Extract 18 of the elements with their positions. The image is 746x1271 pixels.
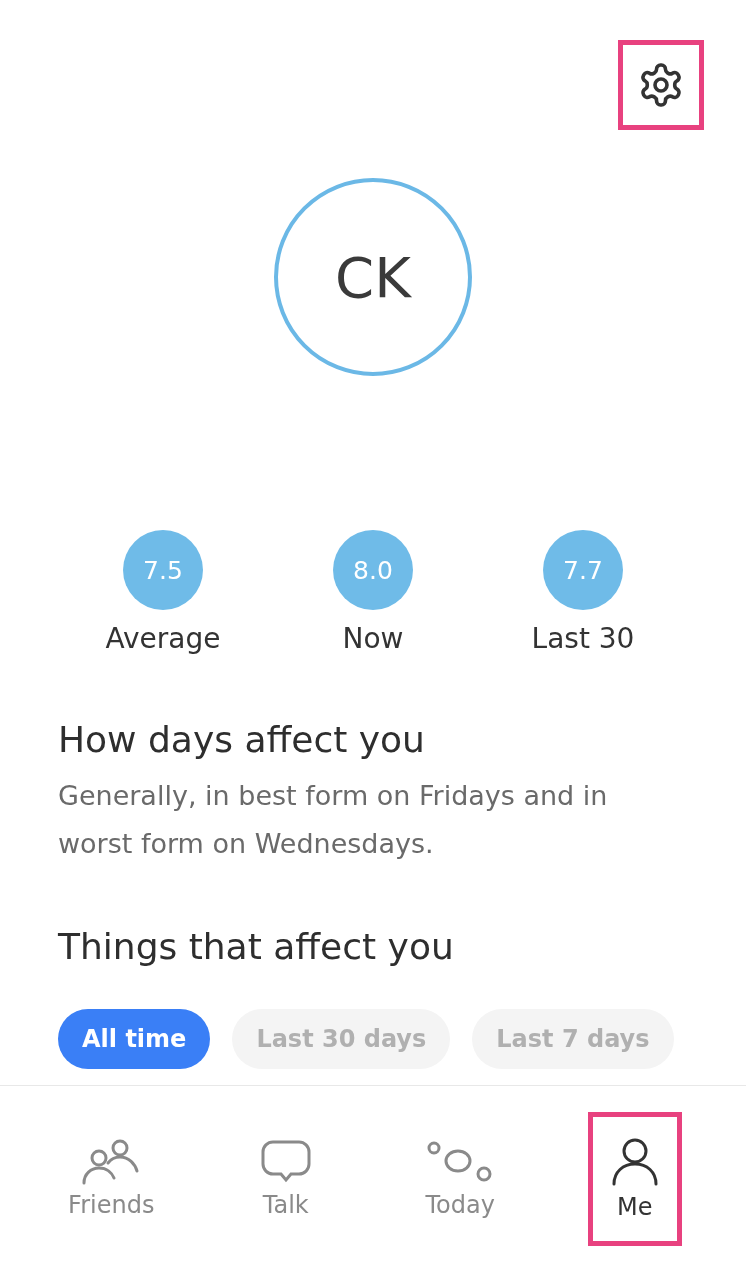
filter-chip[interactable]: Last 7 days [472, 1009, 674, 1069]
score-badge: 7.5 [123, 530, 203, 610]
section-title: Things that affect you [58, 926, 455, 967]
settings-button[interactable] [618, 40, 704, 130]
people-icon [82, 1138, 141, 1185]
score-label: Last 30 [531, 622, 635, 655]
avatar: CK [274, 178, 472, 376]
speech-bubble-icon [260, 1138, 311, 1185]
filter-chip[interactable]: All time [58, 1009, 211, 1069]
score-badge: 8.0 [333, 530, 413, 610]
section-title: How days affect you [58, 719, 426, 760]
filter-chip[interactable]: Last 30 days [232, 1009, 451, 1069]
score-badge: 7.7 [543, 530, 623, 610]
person-icon [610, 1136, 659, 1187]
section-text: Generally, in best form on Fridays and in worst form on Wednesdays. [58, 779, 609, 861]
score-label: Average [105, 622, 221, 655]
score-label: Now [342, 622, 404, 655]
nav-tab[interactable]: Me [587, 1111, 682, 1246]
